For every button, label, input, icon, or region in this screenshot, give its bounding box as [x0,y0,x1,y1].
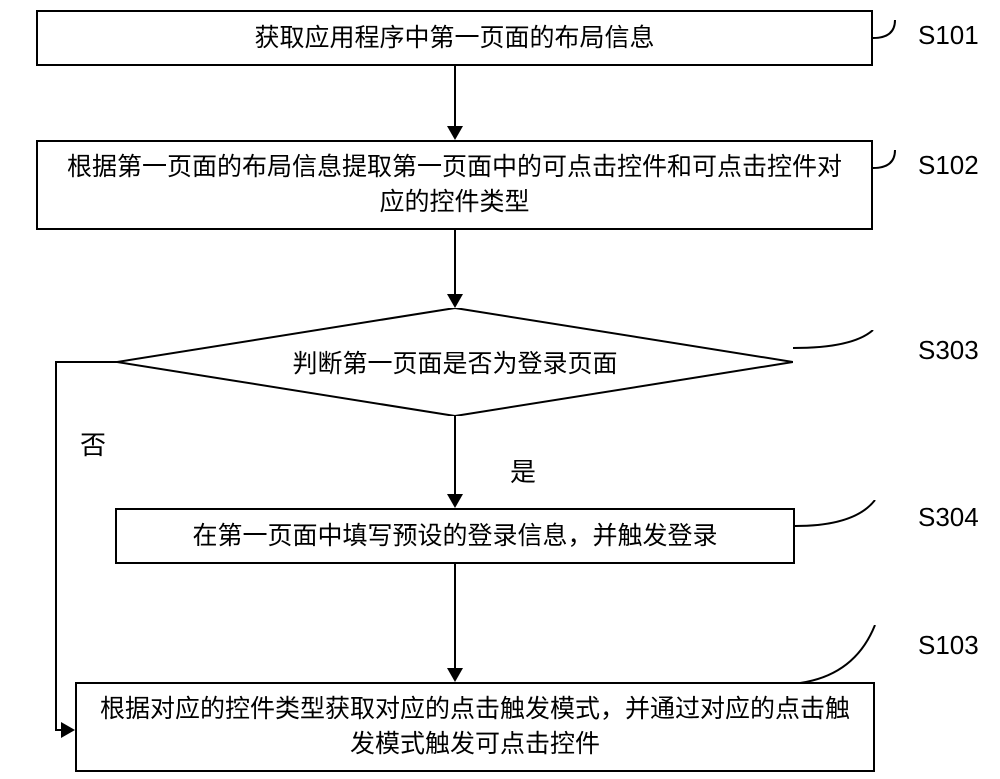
arrow-s102-s303 [454,230,456,296]
step-s103-box: 根据对应的控件类型获取对应的点击触发模式，并通过对应的点击触发模式触发可点击控件 [75,682,875,772]
leader-s102 [873,150,915,190]
decision-s303: 判断第一页面是否为登录页面 [117,308,793,416]
arrowhead-s304-s103 [447,668,463,682]
step-s103-label: S103 [918,630,979,661]
step-s304-label: S304 [918,502,979,533]
step-s103-text: 根据对应的控件类型获取对应的点击触发模式，并通过对应的点击触发模式触发可点击控件 [97,692,853,762]
arrow-yes [454,416,456,496]
step-s102-text: 根据第一页面的布局信息提取第一页面中的可点击控件和可点击控件对应的控件类型 [58,150,851,220]
leader-s303 [793,330,893,370]
branch-no-label: 否 [80,425,106,462]
arrow-s101-s102 [454,66,456,128]
step-s102-label: S102 [918,150,979,181]
arrowhead-s101-s102 [447,126,463,140]
step-s101-label: S101 [918,20,979,51]
arrow-no-vert [55,361,57,731]
decision-s303-text: 判断第一页面是否为登录页面 [117,344,793,380]
leader-s304 [795,500,895,540]
step-s101-box: 获取应用程序中第一页面的布局信息 [36,10,873,66]
leader-s101 [873,20,915,60]
step-s102-box: 根据第一页面的布局信息提取第一页面中的可点击控件和可点击控件对应的控件类型 [36,140,873,230]
arrowhead-yes [447,494,463,508]
step-s303-label: S303 [918,335,979,366]
branch-yes-label: 是 [510,452,536,489]
arrowhead-s102-s303 [447,294,463,308]
leader-s103 [800,625,895,685]
step-s304-box: 在第一页面中填写预设的登录信息，并触发登录 [115,508,795,564]
step-s101-text: 获取应用程序中第一页面的布局信息 [254,21,654,56]
arrowhead-no [61,722,75,738]
arrow-no-horiz [55,361,117,363]
arrow-s304-s103 [454,564,456,670]
step-s304-text: 在第一页面中填写预设的登录信息，并触发登录 [192,519,717,554]
